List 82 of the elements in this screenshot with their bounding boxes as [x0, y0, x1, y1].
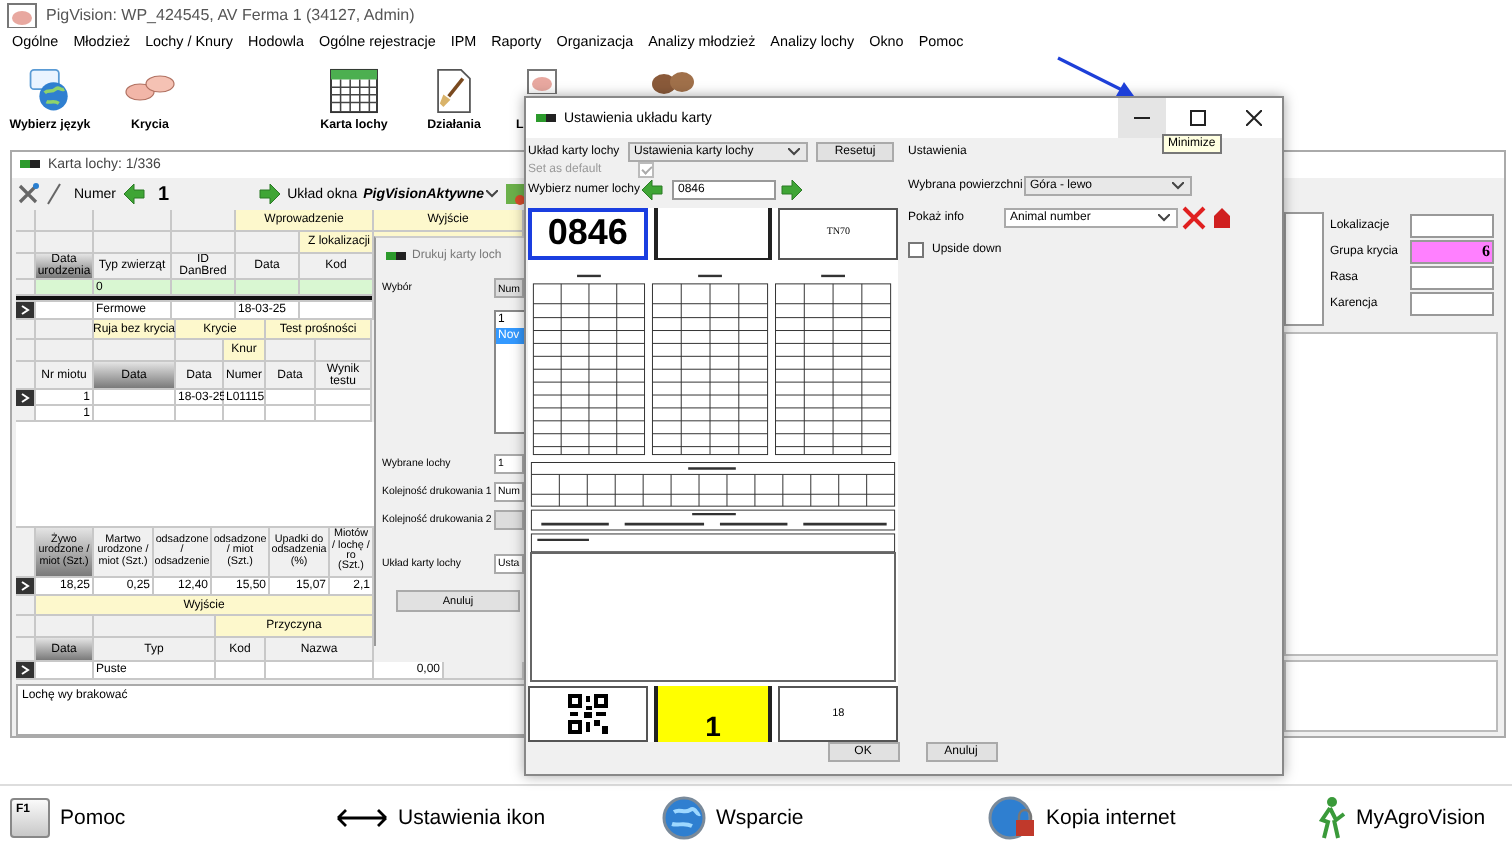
- row-header[interactable]: [16, 662, 36, 680]
- table-cell: [16, 210, 36, 232]
- table-cell: [16, 232, 36, 254]
- calendar-icon: [328, 68, 380, 114]
- double-arrow-icon: [336, 808, 388, 828]
- table-cell: [266, 340, 316, 362]
- footer-button[interactable]: Wsparcie: [662, 796, 804, 840]
- sow-number: 1: [158, 183, 170, 205]
- input-field[interactable]: [1410, 291, 1494, 315]
- caret-icon: [486, 190, 499, 198]
- document-icon[interactable]: [504, 182, 527, 206]
- checkmark-icon: [640, 163, 652, 175]
- row-pointer-icon: [16, 662, 34, 678]
- table-cell: [94, 210, 172, 232]
- row-header[interactable]: [16, 302, 36, 320]
- table-cell: [36, 320, 94, 340]
- pig-card-icon: [526, 68, 558, 94]
- maximize-icon: [1190, 110, 1206, 126]
- tag-icon[interactable]: [1210, 206, 1234, 230]
- qr-code-icon: [567, 694, 608, 735]
- row-header[interactable]: [16, 578, 36, 596]
- table-cell: [36, 210, 94, 232]
- table-cell: [16, 596, 36, 616]
- animals-icon: [650, 68, 694, 94]
- table-cell: [94, 232, 172, 254]
- input-field[interactable]: 6: [1410, 239, 1494, 263]
- footer-button[interactable]: Ustawienia ikon: [336, 806, 546, 830]
- arrow-left-icon[interactable]: [122, 182, 147, 206]
- table-cell: [216, 662, 266, 680]
- empty-card-field: [653, 208, 773, 260]
- table-cell: [16, 340, 36, 362]
- arrow-left-icon[interactable]: [640, 178, 664, 202]
- window-icon: [386, 251, 406, 261]
- footer-button[interactable]: Kopia internet: [988, 796, 1176, 840]
- row-pointer-icon: [16, 578, 34, 594]
- table-cell: [16, 638, 36, 662]
- table-cell: [36, 340, 94, 362]
- input-field[interactable]: [1410, 213, 1494, 237]
- table-cell: [176, 340, 224, 362]
- pointer-arrow: [1054, 54, 1138, 102]
- table-cell: [16, 320, 36, 340]
- globe-icon: [662, 796, 706, 840]
- table-cell: [36, 662, 94, 680]
- brush-icon: [432, 68, 476, 114]
- caret-icon: [1172, 182, 1184, 190]
- order-dropdown[interactable]: [494, 510, 524, 530]
- toolbar-button[interactable]: [650, 68, 694, 94]
- person-icon: [1314, 796, 1346, 840]
- group-number: 1: [653, 686, 773, 742]
- checkbox[interactable]: [638, 162, 654, 178]
- window-icon: [20, 160, 40, 170]
- table-cell: [16, 362, 36, 390]
- table-cell: [172, 210, 236, 232]
- sow-number: 0846: [528, 208, 648, 260]
- table-cell: [266, 662, 374, 680]
- tools-icon[interactable]: [16, 182, 40, 206]
- pen-icon[interactable]: [46, 182, 62, 206]
- table-cell: [172, 232, 236, 254]
- arrow-right-icon[interactable]: [257, 182, 282, 206]
- table-cell: [94, 340, 176, 362]
- minimize-button[interactable]: [1118, 98, 1166, 138]
- arrow-right-icon[interactable]: [780, 178, 804, 202]
- window-icon: [536, 113, 556, 123]
- app-logo-icon: [6, 1, 38, 27]
- caret-icon: [1158, 214, 1170, 222]
- list-box: [1284, 212, 1324, 326]
- close-icon: [1246, 110, 1262, 126]
- delete-icon[interactable]: [1182, 206, 1206, 230]
- checkbox[interactable]: [908, 242, 924, 258]
- table-cell: [16, 616, 36, 638]
- globe-lock-icon: [988, 796, 1036, 840]
- caret-icon: [788, 148, 800, 156]
- row-pointer-icon: [16, 302, 34, 318]
- toolbar-button[interactable]: [526, 68, 558, 94]
- table-cell: [236, 232, 300, 254]
- table-cell: [36, 232, 94, 254]
- window-title: PigVision: WP_424545, AV Ferma 1 (34127, Admin): [46, 5, 415, 23]
- table-cell: [94, 616, 216, 638]
- table-cell: [16, 254, 36, 280]
- footer-button[interactable]: MyAgroVision: [1314, 796, 1486, 840]
- input-field[interactable]: [1410, 265, 1494, 289]
- table-cell: [36, 616, 94, 638]
